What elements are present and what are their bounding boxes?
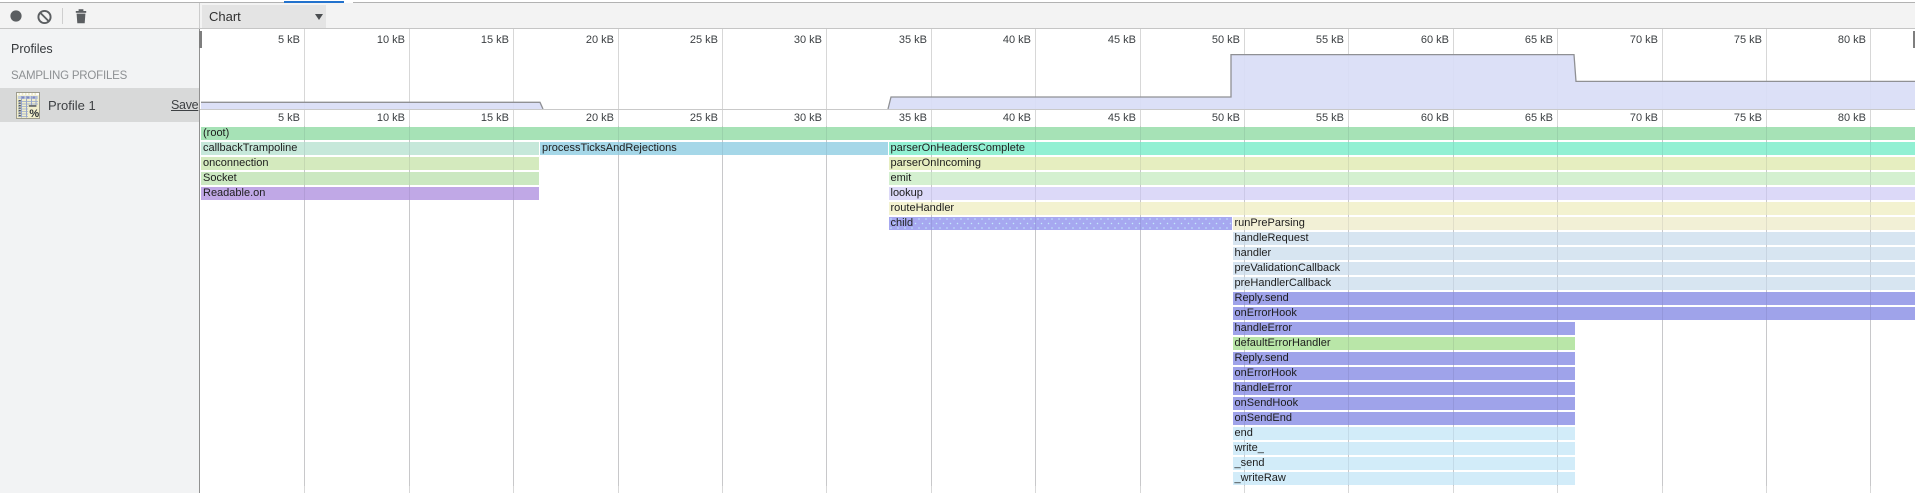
svg-text:%: % bbox=[29, 108, 39, 119]
